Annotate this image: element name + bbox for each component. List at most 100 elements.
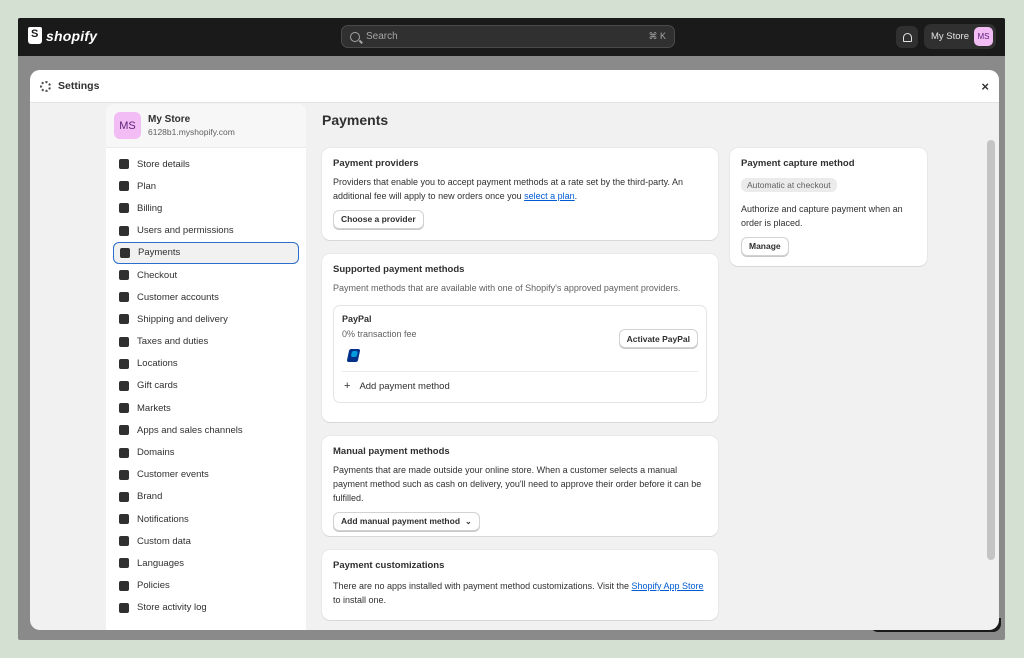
payment-customizations-card: Payment customizations There are no apps…: [322, 550, 718, 620]
select-plan-link[interactable]: select a plan: [524, 191, 575, 201]
sidebar-item-label: Gift cards: [137, 380, 178, 392]
shopify-app-store-link[interactable]: Shopify App Store: [632, 581, 704, 591]
card-text-part: There are no apps installed with payment…: [333, 581, 632, 591]
sidebar-item-label: Payments: [138, 247, 181, 259]
activate-paypal-button[interactable]: Activate PayPal: [618, 329, 698, 348]
card-text: Payment methods that are available with …: [333, 283, 681, 293]
add-manual-method-button[interactable]: Add manual payment method ⌄: [333, 511, 480, 531]
settings-sidebar: MS My Store 6128b1.myshopify.com Store d…: [106, 104, 306, 630]
sidebar-item-label: Languages: [137, 557, 185, 569]
brand-icon: [119, 491, 129, 502]
shopify-bag-icon: [28, 27, 42, 44]
paypal-logo-icon: [346, 349, 361, 367]
store-domain: 6128b1.myshopify.com: [148, 127, 235, 137]
globe-icon: [119, 403, 129, 414]
sidebar-item-taxes[interactable]: Taxes and duties: [113, 331, 299, 353]
bell-icon: [119, 514, 129, 525]
sidebar-item-label: Customer events: [137, 469, 209, 481]
avatar: MS: [974, 27, 993, 46]
card-title: Payment providers: [333, 158, 419, 169]
store-icon: [119, 159, 129, 170]
choose-provider-button[interactable]: Choose a provider: [333, 209, 424, 229]
search-placeholder: Search: [366, 31, 398, 42]
sidebar-item-policies[interactable]: Policies: [113, 575, 299, 597]
sidebar-item-label: Plan: [137, 180, 157, 192]
card-text-part: to install one.: [333, 595, 387, 605]
supported-methods-card: Supported payment methods Payment method…: [322, 254, 718, 422]
sidebar-item-label: Notifications: [137, 513, 189, 525]
sidebar-item-brand[interactable]: Brand: [113, 486, 299, 508]
card-text-part: .: [574, 191, 578, 201]
sidebar-item-label: Store details: [137, 158, 190, 170]
search-icon: [350, 31, 360, 42]
sidebar-item-label: Billing: [137, 202, 163, 214]
store-menu-label: My Store: [931, 31, 970, 42]
sidebar-item-label: Domains: [137, 447, 175, 459]
events-icon: [119, 469, 129, 480]
sidebar-item-custom-data[interactable]: Custom data: [113, 530, 299, 552]
truck-icon: [119, 314, 129, 325]
card-title: Payment customizations: [333, 560, 445, 571]
card-title: Supported payment methods: [333, 264, 465, 275]
chevron-down-icon: ⌄: [465, 516, 472, 526]
brand-name: shopify: [46, 27, 98, 44]
sidebar-item-label: Markets: [137, 402, 171, 414]
button-label: Add manual payment method: [341, 516, 461, 526]
gear-icon: [40, 80, 51, 92]
sidebar-item-customer-events[interactable]: Customer events: [113, 464, 299, 486]
sidebar-item-plan[interactable]: Plan: [113, 175, 299, 197]
main-content: Payments Payment providers Providers tha…: [322, 104, 962, 630]
divider: [342, 371, 698, 372]
sidebar-item-store-details[interactable]: Store details: [113, 153, 299, 175]
card-text: There are no apps installed with payment…: [333, 579, 707, 607]
sidebar-item-users[interactable]: Users and permissions: [113, 220, 299, 242]
page-title: Payments: [322, 112, 389, 128]
scrollbar[interactable]: [987, 140, 995, 560]
add-payment-method-label: Add payment method: [359, 380, 450, 392]
sidebar-item-gift-cards[interactable]: Gift cards: [113, 375, 299, 397]
capture-method-card: Payment capture method Automatic at chec…: [730, 148, 927, 266]
manual-methods-card: Manual payment methods Payments that are…: [322, 436, 718, 536]
sidebar-item-label: Policies: [137, 580, 170, 592]
paypal-fee: 0% transaction fee: [342, 329, 417, 339]
close-button[interactable]: ×: [981, 79, 989, 94]
add-payment-method-button[interactable]: + Add payment method: [344, 380, 450, 392]
sidebar-item-label: Custom data: [137, 535, 191, 547]
card-text: Payments that are made outside your onli…: [333, 465, 702, 503]
sidebar-item-payments[interactable]: Payments: [113, 241, 299, 264]
sidebar-item-customer-accounts[interactable]: Customer accounts: [113, 286, 299, 308]
sidebar-item-shipping[interactable]: Shipping and delivery: [113, 308, 299, 330]
card-text: Providers that enable you to accept paym…: [333, 175, 707, 203]
store-name: My Store: [148, 114, 191, 125]
person-icon: [119, 292, 129, 303]
sidebar-item-label: Store activity log: [137, 602, 207, 614]
paypal-method-box: PayPal 0% transaction fee Activate PayPa…: [333, 305, 707, 403]
shopify-logo[interactable]: shopify: [28, 27, 97, 44]
sidebar-item-checkout[interactable]: Checkout: [113, 264, 299, 286]
plus-icon: +: [344, 380, 351, 392]
sidebar-item-apps[interactable]: Apps and sales channels: [113, 419, 299, 441]
paypal-name: PayPal: [342, 314, 372, 324]
sidebar-item-label: Taxes and duties: [137, 336, 209, 348]
notifications-button[interactable]: [896, 26, 918, 48]
sidebar-item-activity-log[interactable]: Store activity log: [113, 597, 299, 619]
sidebar-item-label: Apps and sales channels: [137, 424, 243, 436]
sidebar-item-markets[interactable]: Markets: [113, 397, 299, 419]
policy-icon: [119, 580, 129, 591]
manage-button[interactable]: Manage: [741, 236, 789, 256]
list-icon: [119, 602, 129, 613]
sidebar-item-billing[interactable]: Billing: [113, 197, 299, 219]
payments-icon: [120, 247, 130, 258]
search-input[interactable]: Search ⌘ K: [341, 25, 675, 48]
sidebar-item-languages[interactable]: Languages: [113, 552, 299, 574]
users-icon: [119, 225, 129, 236]
payment-providers-card: Payment providers Providers that enable …: [322, 148, 718, 240]
sidebar-item-notifications[interactable]: Notifications: [113, 508, 299, 530]
store-card[interactable]: MS My Store 6128b1.myshopify.com: [106, 104, 306, 148]
sidebar-item-domains[interactable]: Domains: [113, 441, 299, 463]
billing-icon: [119, 203, 129, 214]
store-menu-button[interactable]: My Store MS: [924, 24, 996, 49]
gift-card-icon: [119, 380, 129, 391]
sidebar-item-label: Shipping and delivery: [137, 313, 228, 325]
sidebar-item-locations[interactable]: Locations: [113, 353, 299, 375]
